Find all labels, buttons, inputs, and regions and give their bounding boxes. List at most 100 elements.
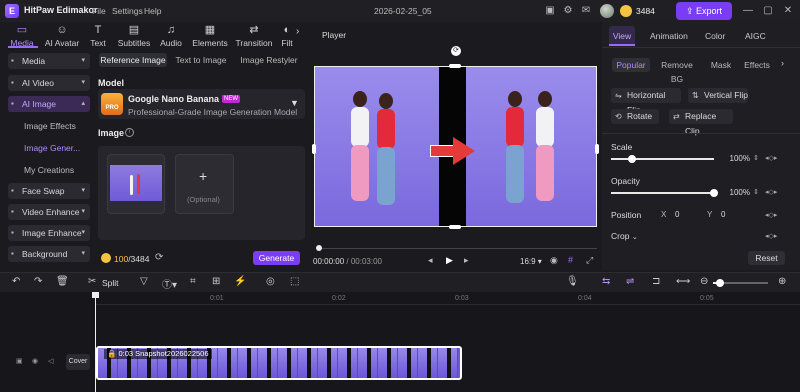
link-icon[interactable]: ⇌ bbox=[626, 276, 634, 287]
stepper-icon[interactable]: ⇕ bbox=[753, 188, 759, 196]
tab-image-restyler[interactable]: Image Restyler bbox=[236, 53, 302, 67]
tab-animation[interactable]: Animation bbox=[650, 31, 688, 41]
snapshot-icon[interactable]: ◉ bbox=[550, 255, 558, 266]
chevron-right-icon[interactable]: › bbox=[296, 26, 299, 37]
track-eye-icon[interactable]: ▣ bbox=[16, 357, 23, 365]
tab-view[interactable]: View bbox=[609, 26, 635, 46]
split-button[interactable]: Split bbox=[102, 278, 119, 288]
cover-button[interactable]: Cover bbox=[66, 354, 90, 370]
reset-button[interactable]: Reset bbox=[748, 251, 785, 265]
tab-color[interactable]: Color bbox=[705, 31, 725, 41]
keyframe-icon[interactable]: ◂◇▸ bbox=[765, 154, 777, 162]
zoom-slider-knob[interactable] bbox=[716, 279, 724, 287]
microphone-icon[interactable]: 🎙 bbox=[566, 276, 579, 287]
sidebar-item-ai-video[interactable]: ▪ AI Video ▾ bbox=[8, 75, 90, 91]
track-visibility-icon[interactable]: ◉ bbox=[32, 357, 38, 365]
split-icon[interactable]: ✂ bbox=[88, 276, 96, 287]
sidebar-item-video-enhance[interactable]: ▪ Video Enhance ▾ bbox=[8, 204, 90, 220]
gear-icon[interactable]: ⚙ bbox=[562, 5, 574, 17]
export-frame-icon[interactable]: ⬚ bbox=[290, 276, 299, 287]
subtab-effects[interactable]: Effects bbox=[742, 58, 772, 72]
scrubber-knob[interactable] bbox=[316, 245, 322, 251]
tab-audio[interactable]: ♫ Audio bbox=[156, 24, 186, 48]
resize-handle[interactable] bbox=[595, 144, 599, 154]
resize-handle[interactable] bbox=[449, 225, 461, 229]
fit-icon[interactable]: ⟷ bbox=[676, 276, 690, 287]
sidebar-item-image-enhance[interactable]: ▪ Image Enhance ▾ bbox=[8, 225, 90, 241]
preview-canvas[interactable] bbox=[314, 66, 597, 227]
tab-reference-image[interactable]: Reference Image bbox=[99, 53, 167, 67]
audio-split-icon[interactable]: ◎ bbox=[266, 276, 275, 287]
opacity-slider[interactable] bbox=[611, 192, 714, 194]
chevron-right-icon[interactable]: › bbox=[781, 58, 784, 68]
tab-elements[interactable]: ▦ Elements bbox=[188, 24, 232, 48]
tab-text-to-image[interactable]: Text to Image bbox=[170, 53, 232, 67]
vertical-flip-button[interactable]: ⇅ Vertical Flip bbox=[688, 88, 748, 103]
magnet-icon[interactable]: ⇆ bbox=[602, 276, 610, 287]
tab-aigc[interactable]: AIGC bbox=[745, 31, 766, 41]
export-button[interactable]: ⇪ Export bbox=[676, 2, 732, 20]
close-icon[interactable]: ✕ bbox=[782, 5, 794, 17]
undo-icon[interactable]: ↶ bbox=[12, 276, 20, 287]
info-icon[interactable]: i bbox=[125, 128, 134, 137]
playhead[interactable] bbox=[95, 294, 96, 392]
menu-file[interactable]: File bbox=[92, 6, 106, 16]
crop-label[interactable]: Crop ⌄ bbox=[611, 231, 638, 241]
menu-settings[interactable]: Settings bbox=[112, 6, 143, 16]
horizontal-flip-button[interactable]: ⇋Horizontal Flip bbox=[611, 88, 681, 115]
position-x-input[interactable]: 0 bbox=[675, 210, 679, 219]
scale-value[interactable]: 100% bbox=[724, 153, 750, 165]
player-scrubber[interactable] bbox=[316, 248, 597, 249]
sidebar-item-media[interactable]: ▪ Media ▾ bbox=[8, 53, 90, 69]
minimize-icon[interactable]: — bbox=[742, 5, 754, 17]
tab-transition[interactable]: ⇄ Transition bbox=[232, 24, 276, 48]
screen-icon[interactable]: ▣ bbox=[544, 5, 556, 17]
subtab-popular[interactable]: Popular bbox=[612, 58, 650, 72]
sidebar-subitem-image-generation[interactable]: Image Gener... bbox=[24, 143, 80, 153]
zoom-out-icon[interactable]: ⊖ bbox=[700, 276, 708, 287]
menu-help[interactable]: Help bbox=[144, 6, 161, 16]
keyframe-icon[interactable]: ◂◇▸ bbox=[765, 211, 777, 219]
tab-subtitles[interactable]: ▤ Subtitles bbox=[114, 24, 154, 48]
opacity-slider-knob[interactable] bbox=[710, 189, 718, 197]
text-tool-icon[interactable]: Ⓣ▾ bbox=[162, 276, 177, 291]
scale-slider[interactable] bbox=[611, 158, 714, 160]
redo-icon[interactable]: ↷ bbox=[34, 276, 42, 287]
sidebar-subitem-image-effects[interactable]: Image Effects bbox=[24, 121, 76, 131]
subtab-mask[interactable]: Mask bbox=[706, 58, 736, 72]
maximize-icon[interactable]: ▢ bbox=[762, 5, 774, 17]
tab-text[interactable]: T Text bbox=[84, 24, 112, 48]
crop-icon[interactable]: ⌗ bbox=[190, 276, 196, 287]
sidebar-item-face-swap[interactable]: ▪ Face Swap ▾ bbox=[8, 183, 90, 199]
freeze-icon[interactable]: ▽ bbox=[140, 276, 148, 287]
track-audio-icon[interactable]: ◁ bbox=[48, 357, 53, 365]
tab-media[interactable]: ▭ Media bbox=[0, 24, 44, 48]
resize-handle[interactable] bbox=[449, 64, 461, 68]
keyframe-icon[interactable]: ◂◇▸ bbox=[765, 188, 777, 196]
avatar[interactable] bbox=[600, 4, 614, 18]
timeline-ruler[interactable] bbox=[97, 294, 800, 304]
rotate-handle-icon[interactable]: ⟳ bbox=[451, 46, 461, 56]
chevron-down-icon[interactable]: ▼ bbox=[290, 98, 299, 108]
aspect-ratio-select[interactable]: 16:9 ▾ bbox=[520, 257, 542, 266]
play-icon[interactable]: ▶ bbox=[446, 255, 453, 266]
stepper-icon[interactable]: ⇕ bbox=[753, 154, 759, 162]
mirror-icon[interactable]: ⊞ bbox=[212, 276, 220, 287]
fullscreen-icon[interactable]: ⤢ bbox=[586, 255, 593, 266]
resize-handle[interactable] bbox=[312, 144, 316, 154]
replace-clip-button[interactable]: ⇄ Replace Clip bbox=[669, 109, 733, 136]
optional-image-slot[interactable] bbox=[175, 154, 234, 214]
zoom-in-icon[interactable]: ⊕ bbox=[778, 276, 786, 287]
rotate-button[interactable]: ⟲ Rotate bbox=[611, 109, 659, 124]
sidebar-subitem-my-creations[interactable]: My Creations bbox=[24, 165, 74, 175]
notification-icon[interactable]: ✉ bbox=[580, 5, 592, 17]
next-frame-icon[interactable]: ▸ bbox=[464, 255, 469, 266]
delete-icon[interactable]: 🗑 bbox=[56, 276, 69, 287]
refresh-icon[interactable]: ⟳ bbox=[155, 252, 163, 263]
position-y-input[interactable]: 0 bbox=[721, 210, 725, 219]
subtab-remove-bg[interactable]: Remove BG bbox=[654, 58, 700, 84]
sidebar-item-background[interactable]: ▪ Background ▾ bbox=[8, 246, 90, 262]
grid-icon[interactable]: # bbox=[568, 255, 573, 265]
tab-filters[interactable]: ◐ Filt bbox=[278, 24, 296, 48]
previous-frame-icon[interactable]: ◂ bbox=[428, 255, 433, 266]
